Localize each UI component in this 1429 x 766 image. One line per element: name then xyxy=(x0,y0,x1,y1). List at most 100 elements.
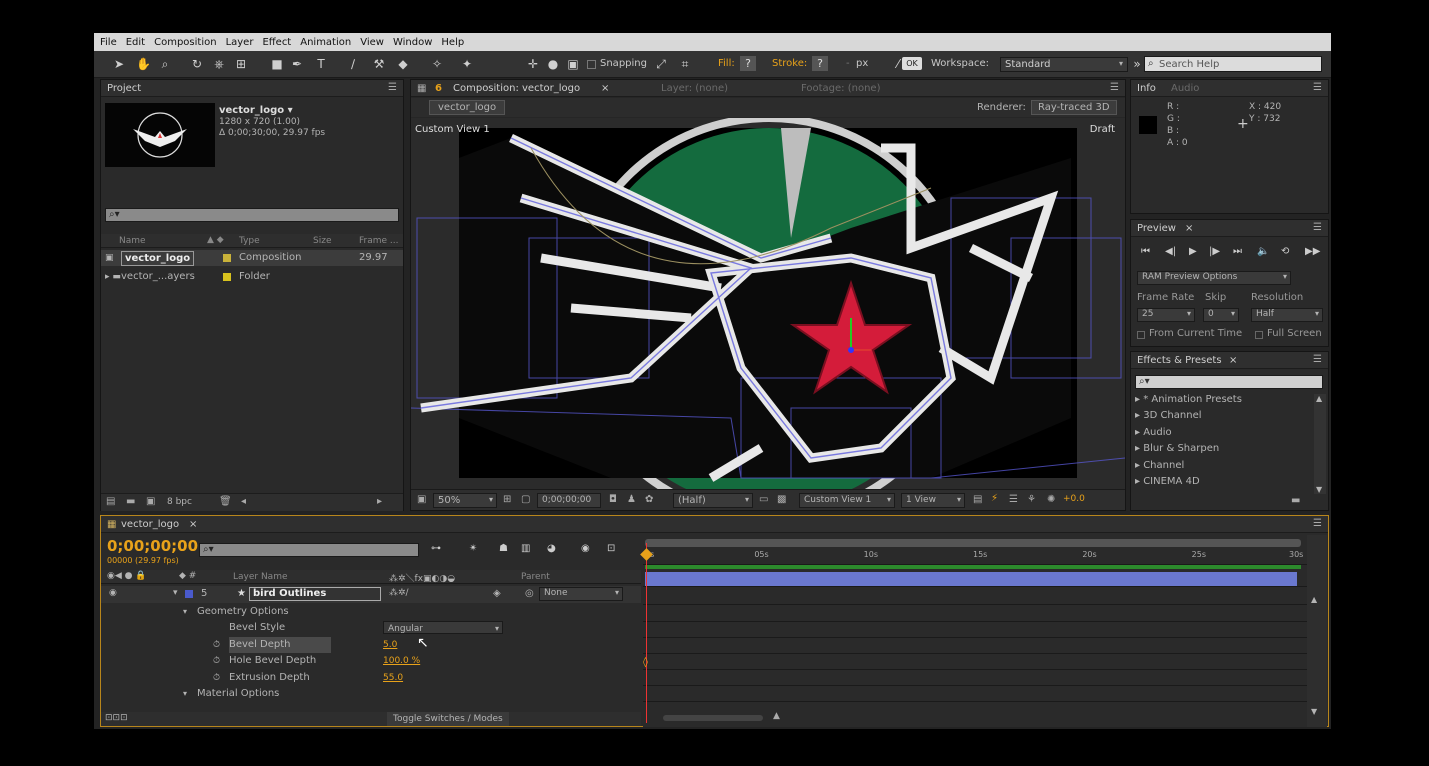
loop-icon[interactable]: ⟲ xyxy=(1281,246,1289,257)
panel-menu-icon[interactable]: ☰ xyxy=(1313,518,1322,529)
mask-visibility-icon[interactable]: ▢ xyxy=(521,494,530,505)
camera-tool-icon[interactable]: ⎈ xyxy=(212,56,226,72)
work-area-navigator[interactable] xyxy=(645,539,1301,547)
pick-whip-icon[interactable]: ◎ xyxy=(525,588,534,599)
tab-timeline-vector-logo[interactable]: vector_logo xyxy=(121,519,179,530)
effects-category[interactable]: ▸ * Animation Presets xyxy=(1135,392,1242,408)
channel-icon[interactable]: ✿ xyxy=(645,494,653,505)
panel-menu-icon[interactable]: ☰ xyxy=(388,82,397,93)
close-icon[interactable]: × xyxy=(601,83,609,94)
resolution-select[interactable]: (Half) ▾ xyxy=(673,493,753,508)
previous-frame-icon[interactable]: ◀| xyxy=(1165,246,1176,257)
panel-menu-icon[interactable]: ☰ xyxy=(1313,222,1322,233)
snapshot-icon[interactable]: ◘ xyxy=(609,494,617,505)
type-tool-icon[interactable]: T xyxy=(314,56,328,72)
view-axis-icon[interactable]: ▣ xyxy=(566,56,580,72)
parent-column[interactable]: Parent xyxy=(521,572,550,582)
world-axis-icon[interactable]: ● xyxy=(546,56,560,72)
new-folder-icon[interactable]: ▬ xyxy=(126,496,135,507)
pan-behind-tool-icon[interactable]: ⊞ xyxy=(234,56,248,72)
puppet-tool-icon[interactable]: ✦ xyxy=(460,56,474,72)
exposure-value[interactable]: +0.0 xyxy=(1063,494,1085,504)
menu-effect[interactable]: Effect xyxy=(262,37,291,48)
timeline-zoom-slider[interactable] xyxy=(663,715,763,721)
tab-project[interactable]: Project xyxy=(107,83,141,94)
first-frame-icon[interactable]: ⏮ xyxy=(1141,246,1150,257)
new-composition-icon[interactable]: ▣ xyxy=(146,496,155,507)
label-icon[interactable]: ◆ # xyxy=(179,571,196,581)
expand-triangle-icon[interactable]: ▾ xyxy=(183,604,187,620)
pixel-aspect-icon[interactable]: ▤ xyxy=(973,494,982,505)
effects-category[interactable]: ▸ Channel xyxy=(1135,458,1184,474)
frame-blending-icon[interactable]: ▥ xyxy=(521,543,530,554)
snap-features-icon[interactable]: ⌗ xyxy=(678,56,692,72)
panel-menu-icon[interactable]: ☰ xyxy=(1313,354,1322,365)
stroke-swatch-icon[interactable]: ? xyxy=(812,56,828,71)
layer-row[interactable]: ◉ ▾ 5 ★ bird Outlines ⁂✲∕ ◈ ◎ None ▾ xyxy=(101,586,641,603)
region-of-interest-icon[interactable]: ▭ xyxy=(759,494,768,505)
tab-footage[interactable]: Footage: (none) xyxy=(801,83,880,94)
effects-category[interactable]: ▸ Audio xyxy=(1135,425,1172,441)
bevel-style-select[interactable]: Angular ▾ xyxy=(383,621,503,635)
full-screen-checkbox[interactable] xyxy=(1255,331,1263,339)
stopwatch-icon[interactable]: ⏱ xyxy=(213,653,220,669)
motion-blur-icon[interactable]: ◕ xyxy=(547,543,556,554)
fill-label[interactable]: Fill: xyxy=(718,56,735,72)
project-row[interactable]: ▣ vector_logo Composition 29.97 xyxy=(101,250,403,266)
magnification-select[interactable]: 50% ▾ xyxy=(433,493,497,508)
scroll-right-icon[interactable]: ▸ xyxy=(377,496,382,507)
comp-navigator-tab[interactable]: vector_logo xyxy=(429,100,506,115)
menu-layer[interactable]: Layer xyxy=(226,37,254,48)
keyframe-icon[interactable]: ◊ xyxy=(643,657,648,668)
effects-search-input[interactable]: ⌕▾ xyxy=(1135,375,1323,389)
property-value[interactable]: 5.0 xyxy=(383,637,397,653)
scroll-up-icon[interactable]: ▲ xyxy=(1316,394,1322,403)
snap-icon[interactable]: ⤢ xyxy=(654,56,668,72)
timeline-scrollbar[interactable]: ▲ ▼ xyxy=(1307,535,1327,727)
work-area-bar[interactable] xyxy=(645,565,1301,569)
play-icon[interactable]: ▶ xyxy=(1189,246,1197,257)
property-value[interactable]: 100.0 % xyxy=(383,653,420,669)
panel-menu-icon[interactable]: ☰ xyxy=(1110,82,1119,93)
scroll-down-icon[interactable]: ▼ xyxy=(1316,485,1322,494)
keyboard-shortcut-icon[interactable]: OK xyxy=(902,57,922,70)
close-icon[interactable]: × xyxy=(189,519,197,530)
scroll-up-icon[interactable]: ▲ xyxy=(1311,595,1317,604)
menu-view[interactable]: View xyxy=(360,37,384,48)
label-column-icon[interactable]: ▲ ◆ xyxy=(207,235,224,245)
effects-scrollbar[interactable]: ▲ ▼ xyxy=(1314,394,1326,494)
draft-3d-icon[interactable]: ✴ xyxy=(469,543,477,554)
3d-layer-icon[interactable]: ◈ xyxy=(493,588,501,599)
label-color-swatch[interactable] xyxy=(223,273,231,281)
property-row[interactable]: ▾ Geometry Options xyxy=(101,604,641,620)
ram-preview-options-select[interactable]: RAM Preview Options ▾ xyxy=(1137,271,1291,285)
skip-select[interactable]: 0 ▾ xyxy=(1203,308,1239,322)
timeline-graph[interactable]: 0s05s10s15s20s25s30s ◊ ▲ xyxy=(640,535,1307,727)
tab-layer[interactable]: Layer: (none) xyxy=(661,83,728,94)
tab-info[interactable]: Info xyxy=(1137,83,1156,94)
rotate-tool-icon[interactable]: ↻ xyxy=(190,56,204,72)
composition-viewer[interactable]: Custom View 1 Draft xyxy=(411,118,1125,489)
pen-tool-icon[interactable]: ✒ xyxy=(290,56,304,72)
project-search-input[interactable]: ⌕▾ xyxy=(105,208,399,222)
new-preset-icon[interactable]: ▬ xyxy=(1291,495,1300,506)
menu-help[interactable]: Help xyxy=(441,37,464,48)
layer-name-column[interactable]: Layer Name xyxy=(233,572,288,582)
av-features-icon[interactable]: ◉◀ ● 🔒 xyxy=(107,571,147,581)
hide-shy-layers-icon[interactable]: ☗ xyxy=(499,543,508,554)
project-row[interactable]: ▸ ▬ vector_...ayers Folder xyxy=(101,269,403,285)
effects-category[interactable]: ▸ 3D Channel xyxy=(1135,408,1202,424)
brainstorm-icon[interactable]: ⊡ xyxy=(607,543,615,554)
scroll-down-icon[interactable]: ▼ xyxy=(1311,707,1317,716)
menu-edit[interactable]: Edit xyxy=(126,37,145,48)
zoom-in-icon[interactable]: ▲ xyxy=(773,711,780,721)
show-snapshot-icon[interactable]: ♟ xyxy=(627,494,636,505)
hand-tool-icon[interactable]: ✋ xyxy=(136,56,151,72)
rectangle-tool-icon[interactable]: ■ xyxy=(270,56,284,72)
timeline-search-input[interactable]: ⌕▾ xyxy=(199,543,419,557)
timeline-icon[interactable]: ☰ xyxy=(1009,494,1018,505)
parent-select[interactable]: None ▾ xyxy=(539,587,623,601)
tab-preview[interactable]: Preview xyxy=(1137,223,1176,234)
lock-icon[interactable]: ▦ xyxy=(417,83,426,94)
menu-file[interactable]: File xyxy=(100,37,117,48)
